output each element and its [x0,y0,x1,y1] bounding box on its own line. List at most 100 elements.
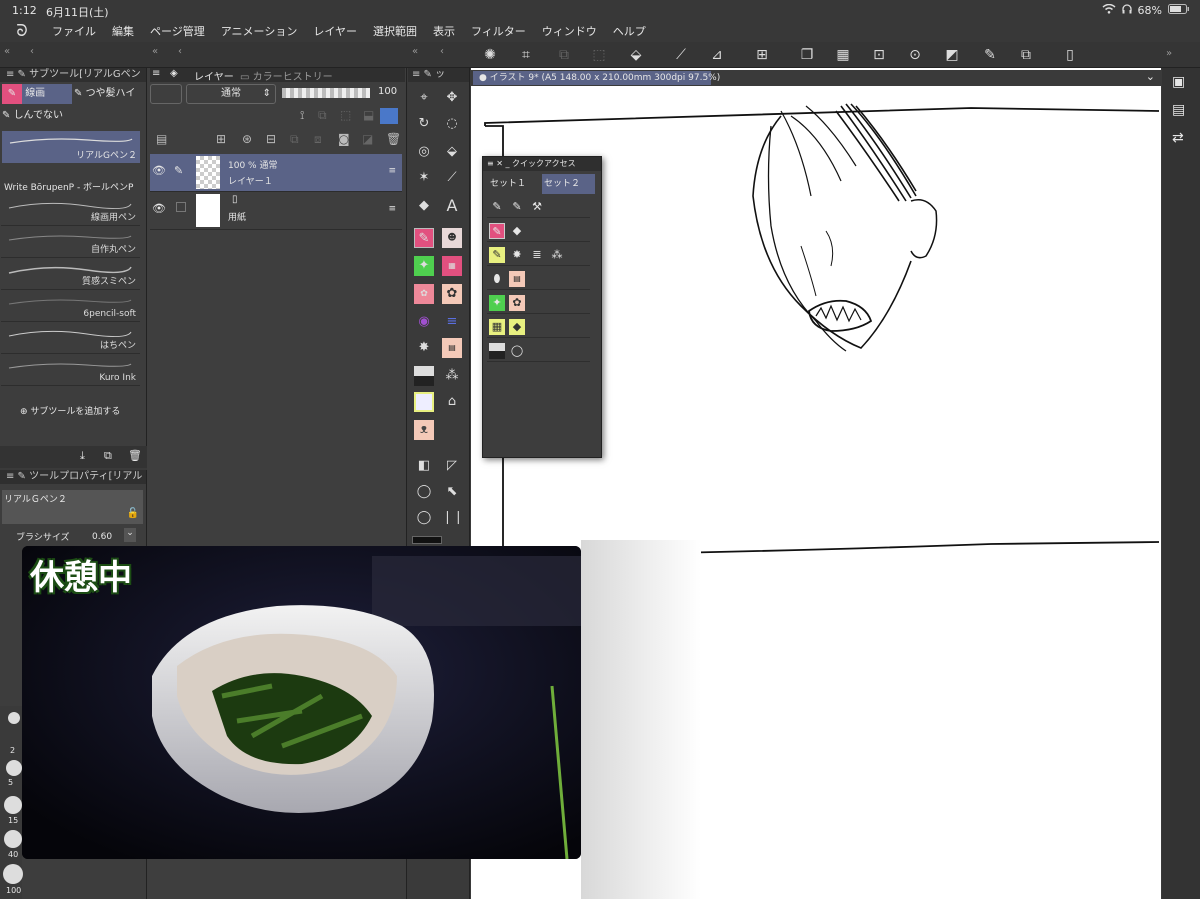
quick-access-tab-1[interactable]: セット１ [486,174,540,194]
chevron-left-icon-2[interactable]: ‹ [178,46,182,57]
sparkle-icon[interactable]: ✦ [414,256,434,276]
mask-icon[interactable]: ⬚ [340,108,351,122]
tab-layer[interactable]: レイヤー [194,68,234,83]
burst-icon[interactable]: ✸ [414,338,434,358]
frame-icon[interactable] [414,392,434,412]
crop-icon[interactable]: ⌗ [517,46,535,64]
adjust-icon[interactable]: ⊡ [870,46,888,64]
gradient-icon[interactable]: ◩ [943,46,961,64]
collapse-left-icon[interactable]: « [4,46,10,57]
opacity-slider[interactable] [282,88,370,98]
merge-down-icon[interactable]: ⧈ [314,132,322,147]
brush-item-pencil-soft[interactable]: 6pencil-soft [1,292,140,322]
frame-stamp-icon[interactable]: ▤ [442,338,462,358]
flower-icon[interactable]: ✿ [442,284,462,304]
pen-tool-icon[interactable]: ✎ [489,223,505,239]
layer-color-button[interactable] [150,84,182,104]
transfer-down-icon[interactable]: ⧉ [290,132,299,147]
sticker-icon[interactable]: ☻ [442,228,462,248]
blend-mode-select[interactable]: 通常 ⇕ [186,84,276,104]
brush-icon[interactable]: ✎ [981,46,999,64]
collapse-right-icon[interactable]: » [1166,48,1172,59]
rotate-icon[interactable]: ↻ [414,114,434,134]
focus-line-icon[interactable]: ⁂ [549,247,565,263]
speech-icon[interactable]: ◯ [509,343,525,359]
brush-item-ballpen[interactable]: Write BōrupenP - ボールペンP [4,180,134,193]
drag-handle-icon[interactable]: ≡ [388,166,396,176]
chevron-down-icon[interactable]: ⌄ [1146,70,1155,83]
speedline-icon[interactable]: ⁂ [442,366,462,386]
pencil-icon[interactable]: ✎ [489,247,505,263]
stamp-icon[interactable]: ✿ [414,284,434,304]
wrench-icon[interactable]: ⚒ [529,199,545,215]
new-raster-layer-icon[interactable]: ⊞ [216,132,226,146]
layers-icon[interactable]: ⧉ [1017,46,1035,64]
menu-filter[interactable]: フィルター [463,23,534,39]
move-icon[interactable]: ✥ [442,88,462,108]
pen-add-icon-2[interactable]: ✎ [509,199,525,215]
tab-glossy-hair[interactable]: ✎ つや髪ハイ [74,84,146,104]
brush-item-kuro-ink[interactable]: Kuro Ink [1,356,140,386]
select-brush-icon[interactable]: ◎ [414,142,434,162]
pattern-icon[interactable]: ▦ [489,319,505,335]
tab-not-dead[interactable]: ✎ しんでない [2,106,74,126]
brush-size-value[interactable]: 0.60 [92,532,112,542]
eraser-icon[interactable]: ◆ [414,196,434,216]
collapse-left-icon-3[interactable]: « [412,46,418,57]
brush-item-round-pen[interactable]: 自作丸ペン [1,228,140,258]
copy-layer-icon[interactable]: ❐ [798,46,816,64]
chevron-left-icon-3[interactable]: ‹ [440,46,444,57]
layer-row-1[interactable]: 👁 ✎ 100 % 通常 レイヤー１ ≡ [150,154,402,192]
opacity-value[interactable]: 100 [378,86,397,97]
canvas-tab[interactable]: ● イラスト 9* (A5 148.00 x 210.00mm 300dpi 9… [473,71,720,85]
layer-property-icon[interactable]: ▤ [156,132,167,146]
move-layer-icon[interactable]: ⌖ [414,88,434,108]
eraser-icon[interactable]: ◆ [509,223,525,239]
apply-mask-icon[interactable]: ◪ [362,132,373,146]
brush-item-hachi-pen[interactable]: はちペン [1,324,140,354]
marker-icon[interactable]: ⬮ [489,271,505,287]
tab-color-history[interactable]: ▭ カラーヒストリー [240,68,333,83]
new-vector-layer-icon[interactable]: ⊛ [242,132,252,146]
loading-icon[interactable]: ✺ [481,46,499,64]
pen-tool-icon[interactable]: ✎ [414,228,434,248]
menu-file[interactable]: ファイル [44,23,104,39]
gradient-tool-icon[interactable] [414,366,434,386]
pen-add-icon[interactable]: ✎ [489,199,505,215]
tab-lineart[interactable]: ✎ 線画 [2,84,72,104]
ruler-icon[interactable]: ⌂ [442,392,462,412]
balloon-icon[interactable]: ◯ [414,482,434,502]
speech-icon[interactable]: ◯ [414,508,434,528]
pen-stroke-icon[interactable]: ⟋ [672,46,690,64]
menu-page[interactable]: ページ管理 [142,23,213,39]
new-folder-icon[interactable]: ⊟ [266,132,276,146]
add-subtool-button[interactable]: ⊕ サブツールを追加する [20,404,120,417]
brush-item-lineart-pen[interactable]: 線画用ペン [1,196,140,226]
menu-layer[interactable]: レイヤー [305,23,365,39]
layer-color-icon[interactable] [380,108,398,124]
speedline-icon[interactable]: ≣ [529,247,545,263]
size-dot-2[interactable] [8,712,20,724]
grass-icon[interactable]: ᴥ [414,420,434,440]
clip-icon[interactable]: ⧉ [318,108,327,123]
size-dot-40[interactable] [4,830,22,848]
panel-menu-icon[interactable]: ≡ ✎ ッ [412,69,445,80]
duplicate-icon[interactable]: ⧉ [104,449,112,463]
menu-window[interactable]: ウィンドウ [534,23,605,39]
transparency-icon[interactable]: ▦ [834,46,852,64]
drag-handle-icon[interactable]: ≡ [388,204,396,214]
pen-line-icon[interactable]: ⊿ [708,46,726,64]
video-overlay[interactable]: 休憩中 [22,546,581,859]
chevron-left-icon[interactable]: ‹ [30,46,34,57]
object-select-icon[interactable]: ⬉ [442,482,462,502]
brush-selected[interactable]: リアルGペン２ [2,131,140,163]
menu-edit[interactable]: 編集 [104,23,142,39]
trash-icon[interactable]: 🗑 [128,449,142,462]
reference-icon[interactable]: ⟟ [300,108,304,123]
timeline-icon[interactable]: ▤ [1172,102,1185,118]
delete-layer-icon[interactable]: 🗑 [386,132,401,146]
figure-icon[interactable]: ◸ [442,456,462,476]
brush-item-ink-pen[interactable]: 質感スミペン [1,260,140,290]
size-dot-10[interactable] [4,796,22,814]
quick-access-tab-2[interactable]: セット２ [542,174,595,194]
